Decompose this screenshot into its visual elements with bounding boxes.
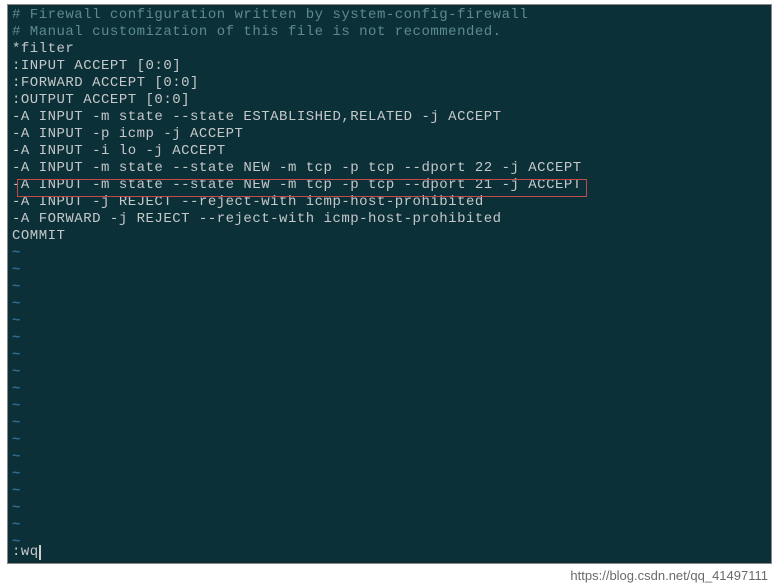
vim-empty-line: ~: [12, 381, 767, 398]
vim-empty-line: ~: [12, 517, 767, 534]
file-line: # Manual customization of this file is n…: [12, 24, 767, 41]
vim-empty-line: ~: [12, 279, 767, 296]
cursor-icon: [39, 545, 41, 560]
file-line: -A INPUT -m state --state NEW -m tcp -p …: [12, 177, 767, 194]
file-line: :OUTPUT ACCEPT [0:0]: [12, 92, 767, 109]
vim-empty-line: ~: [12, 262, 767, 279]
watermark-text: https://blog.csdn.net/qq_41497111: [570, 568, 768, 583]
vim-command-line[interactable]: :wq: [12, 544, 41, 561]
vim-empty-line: ~: [12, 483, 767, 500]
vim-empty-line: ~: [12, 500, 767, 517]
file-line: :FORWARD ACCEPT [0:0]: [12, 75, 767, 92]
vim-empty-line: ~: [12, 534, 767, 551]
vim-empty-line: ~: [12, 449, 767, 466]
vim-empty-line: ~: [12, 432, 767, 449]
command-text: :wq: [12, 544, 39, 560]
file-line: -A INPUT -p icmp -j ACCEPT: [12, 126, 767, 143]
vim-empty-line: ~: [12, 330, 767, 347]
file-content: # Firewall configuration written by syst…: [12, 7, 767, 551]
file-line: -A FORWARD -j REJECT --reject-with icmp-…: [12, 211, 767, 228]
vim-empty-line: ~: [12, 245, 767, 262]
vim-empty-line: ~: [12, 296, 767, 313]
file-line: COMMIT: [12, 228, 767, 245]
file-line: # Firewall configuration written by syst…: [12, 7, 767, 24]
vim-empty-line: ~: [12, 466, 767, 483]
vim-empty-line: ~: [12, 313, 767, 330]
file-line: :INPUT ACCEPT [0:0]: [12, 58, 767, 75]
vim-empty-line: ~: [12, 398, 767, 415]
file-line: -A INPUT -j REJECT --reject-with icmp-ho…: [12, 194, 767, 211]
terminal-window[interactable]: # Firewall configuration written by syst…: [7, 4, 772, 564]
file-line: -A INPUT -i lo -j ACCEPT: [12, 143, 767, 160]
file-line: -A INPUT -m state --state NEW -m tcp -p …: [12, 160, 767, 177]
vim-empty-line: ~: [12, 415, 767, 432]
vim-empty-line: ~: [12, 364, 767, 381]
file-line: *filter: [12, 41, 767, 58]
file-line: -A INPUT -m state --state ESTABLISHED,RE…: [12, 109, 767, 126]
vim-empty-line: ~: [12, 347, 767, 364]
